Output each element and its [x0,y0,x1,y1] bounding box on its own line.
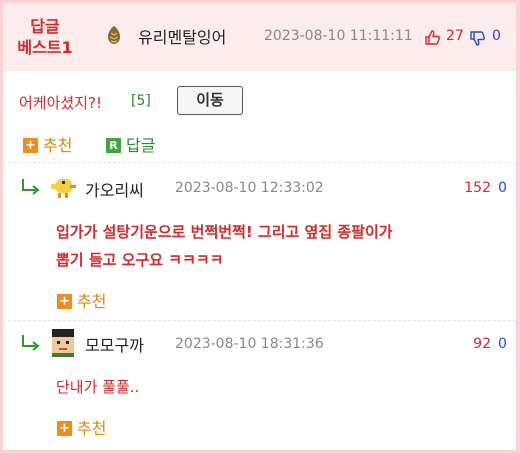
post-recommend-button[interactable]: 추천 [43,132,72,156]
divider [3,320,516,321]
plus-icon[interactable]: + [23,138,38,153]
comment-count: [5] [131,93,151,109]
comment-datetime: 2023-08-10 18:31:36 [175,336,324,352]
pine-cone-icon [108,26,120,44]
post-container: 답글 베스트1 유리멘탈잉어 2023-08-10 11:11:11 27 0 … [3,3,516,450]
comment-downvote-count[interactable]: 0 [498,336,507,352]
reply-arrow-icon [22,335,40,351]
thumbs-up-icon[interactable] [424,29,441,46]
comment-downvote-count[interactable]: 0 [498,180,507,196]
plus-icon[interactable]: + [57,294,72,309]
reply-r-icon[interactable]: R [106,138,121,153]
comment-recommend-button[interactable]: 추천 [77,415,106,439]
post-datetime: 2023-08-10 11:11:11 [264,28,413,44]
best-badge-line1: 답글 [30,17,60,36]
plus-icon[interactable]: + [57,421,72,436]
comment-body-line: 뽑기 들고 오구요 ㅋㅋㅋㅋ [56,251,224,269]
reply-arrow-icon [22,179,40,195]
comment-body: 단내가 풀풀.. [56,378,140,396]
post-author[interactable]: 유리멘탈잉어 [138,24,226,48]
comment-author[interactable]: 가오리씨 [85,177,144,201]
comment-body: 입가가 설탕기운으로 번쩍번쩍! 그리고 옆집 종팔이가 뽑기 들고 오구요 ㅋ… [56,218,516,274]
comment-recommend-button[interactable]: 추천 [77,288,106,312]
post-title[interactable]: 어케아셨지?! [19,92,102,113]
comment-datetime: 2023-08-10 12:33:02 [175,180,324,196]
post-upvote-count: 27 [446,28,464,44]
best-reply-badge: 답글 베스트1 [7,16,83,58]
divider [3,162,516,163]
yellow-bird-avatar[interactable] [48,172,78,202]
post-downvote-count: 0 [492,28,501,44]
thumbs-down-icon[interactable] [469,30,486,47]
comment-upvote-count[interactable]: 152 [443,180,491,196]
best-badge-line2: 베스트1 [17,38,73,57]
pixel-face-avatar[interactable] [48,327,78,357]
comment-body-line: 입가가 설탕기운으로 번쩍번쩍! 그리고 옆집 종팔이가 [56,223,393,241]
comment-author[interactable]: 모모구까 [85,332,144,356]
move-button[interactable]: 이동 [177,86,243,115]
post-reply-button[interactable]: 답글 [126,132,155,156]
post-header: 답글 베스트1 유리멘탈잉어 2023-08-10 11:11:11 27 0 [3,3,516,71]
comment-upvote-count[interactable]: 92 [443,336,491,352]
